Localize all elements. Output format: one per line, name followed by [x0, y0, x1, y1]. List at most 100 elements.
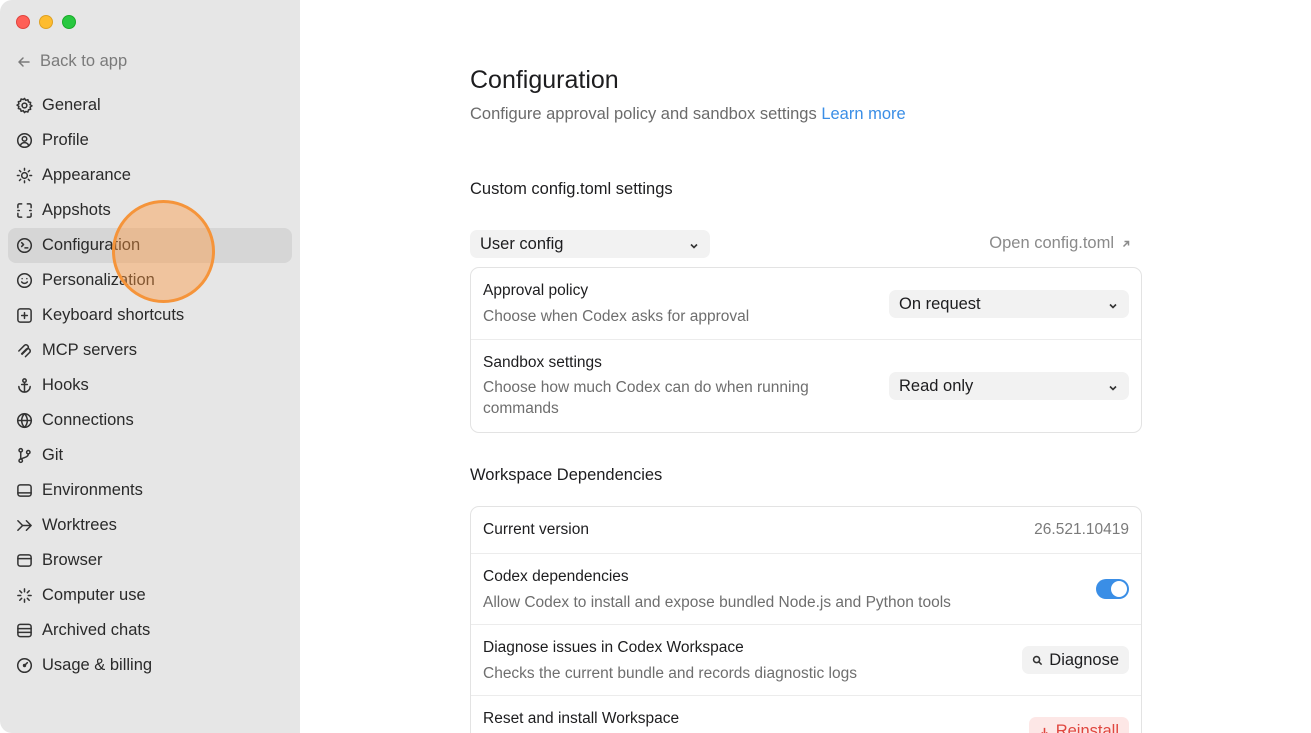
sidebar-item-hooks[interactable]: Hooks: [8, 368, 292, 403]
sidebar-item-environments[interactable]: Environments: [8, 473, 292, 508]
sidebar-item-label: General: [42, 96, 101, 114]
chevron-down-icon: [1107, 380, 1119, 392]
sidebar-item-personalization[interactable]: Personalization: [8, 263, 292, 298]
settings-nav: General Profile Appearance Appshots Conf…: [8, 88, 292, 683]
mcp-icon: [16, 342, 33, 359]
chevron-down-icon: [1107, 298, 1119, 310]
approval-policy-select[interactable]: On request: [889, 290, 1129, 318]
external-link-icon: [1122, 240, 1130, 247]
sidebar-item-archived-chats[interactable]: Archived chats: [8, 613, 292, 648]
sidebar-item-label: Appshots: [42, 201, 111, 219]
sidebar-item-label: Hooks: [42, 376, 89, 394]
globe-icon: [16, 412, 33, 429]
config-icon: [16, 237, 33, 254]
reinstall-button-label: Reinstall: [1055, 721, 1119, 733]
arrow-left-icon: [18, 56, 30, 67]
sandbox-settings-title: Sandbox settings: [483, 354, 602, 371]
search-icon: [1033, 655, 1043, 665]
sidebar-item-label: Connections: [42, 411, 134, 429]
config-scope-select[interactable]: User config: [470, 230, 710, 258]
sidebar-item-label: Environments: [42, 481, 143, 499]
open-config-link[interactable]: Open config.toml: [989, 234, 1132, 253]
personalization-icon: [16, 272, 33, 289]
sidebar-item-general[interactable]: General: [8, 88, 292, 123]
keyboard-icon: [16, 307, 33, 324]
sandbox-settings-row: Sandbox settings Choose how much Codex c…: [471, 340, 1141, 432]
sidebar-item-label: Keyboard shortcuts: [42, 306, 185, 324]
codex-dependencies-row: Codex dependencies Allow Codex to instal…: [471, 554, 1141, 625]
sparkle-icon: [16, 587, 33, 604]
page-subtitle-text: Configure approval policy and sandbox se…: [470, 105, 817, 123]
sidebar-item-label: Worktrees: [42, 516, 117, 534]
sandbox-settings-select[interactable]: Read only: [889, 372, 1129, 400]
browser-icon: [16, 552, 33, 569]
sun-icon: [16, 167, 33, 184]
chevron-down-icon: [688, 238, 700, 250]
sidebar-item-appearance[interactable]: Appearance: [8, 158, 292, 193]
sidebar-item-label: Appearance: [42, 166, 131, 184]
sidebar-item-connections[interactable]: Connections: [8, 403, 292, 438]
page-subtitle: Configure approval policy and sandbox se…: [470, 105, 906, 124]
config-settings-card: Approval policy Choose when Codex asks f…: [470, 267, 1142, 433]
close-window-button[interactable]: [16, 15, 30, 29]
profile-icon: [16, 132, 33, 149]
archive-icon: [16, 622, 33, 639]
back-to-app-link[interactable]: Back to app: [16, 52, 127, 71]
sidebar-item-configuration[interactable]: Configuration: [8, 228, 292, 263]
current-version-title: Current version: [483, 521, 589, 538]
sandbox-settings-value: Read only: [899, 376, 974, 395]
sidebar-item-browser[interactable]: Browser: [8, 543, 292, 578]
diagnose-button[interactable]: Diagnose: [1022, 646, 1129, 674]
diagnose-title: Diagnose issues in Codex Workspace: [483, 639, 744, 656]
sidebar-item-usage-billing[interactable]: Usage & billing: [8, 648, 292, 683]
sidebar-item-label: Personalization: [42, 271, 155, 289]
gear-icon: [16, 97, 33, 114]
window-controls: [16, 15, 76, 29]
learn-more-link[interactable]: Learn more: [821, 105, 905, 123]
sidebar-item-git[interactable]: Git: [8, 438, 292, 473]
back-to-app-label: Back to app: [40, 52, 128, 70]
sidebar-item-mcp-servers[interactable]: MCP servers: [8, 333, 292, 368]
arrow-down-icon: [1040, 727, 1048, 733]
approval-policy-value: On request: [899, 294, 981, 313]
diagnose-desc: Checks the current bundle and records di…: [483, 665, 857, 682]
codex-dependencies-desc: Allow Codex to install and expose bundle…: [483, 594, 951, 611]
reset-install-row: Reset and install Workspace Reinstall: [471, 696, 1141, 733]
codex-dependencies-title: Codex dependencies: [483, 568, 629, 585]
reinstall-button[interactable]: Reinstall: [1028, 717, 1129, 733]
sidebar-item-label: Browser: [42, 551, 103, 569]
sidebar-item-worktrees[interactable]: Worktrees: [8, 508, 292, 543]
sidebar-item-label: Computer use: [42, 586, 146, 604]
diagnose-button-label: Diagnose: [1049, 650, 1119, 669]
config-scope-value: User config: [480, 234, 564, 253]
anchor-icon: [16, 377, 33, 394]
sandbox-settings-desc: Choose how much Codex can do when runnin…: [483, 379, 809, 417]
sidebar-item-computer-use[interactable]: Computer use: [8, 578, 292, 613]
settings-window: Back to app General Profile Appearance A…: [0, 0, 1311, 733]
zoom-window-button[interactable]: [62, 15, 76, 29]
sidebar-item-appshots[interactable]: Appshots: [8, 193, 292, 228]
gauge-icon: [16, 657, 33, 674]
sidebar-item-label: Configuration: [42, 236, 141, 254]
sidebar-item-profile[interactable]: Profile: [8, 123, 292, 158]
sidebar-item-label: MCP servers: [42, 341, 138, 359]
main-panel: Configuration Configure approval policy …: [300, 0, 1311, 733]
laptop-icon: [16, 482, 33, 499]
reset-install-title: Reset and install Workspace: [483, 710, 680, 727]
open-config-label: Open config.toml: [989, 234, 1114, 252]
current-version-value: 26.521.10419: [1034, 521, 1129, 538]
toggle-knob: [1111, 581, 1127, 597]
sidebar-item-keyboard-shortcuts[interactable]: Keyboard shortcuts: [8, 298, 292, 333]
codex-dependencies-toggle[interactable]: [1096, 579, 1129, 599]
sidebar-item-label: Git: [42, 446, 64, 464]
approval-policy-title: Approval policy: [483, 282, 589, 299]
capture-icon: [16, 202, 33, 219]
sidebar-item-label: Archived chats: [42, 621, 151, 639]
current-version-row: Current version 26.521.10419: [471, 507, 1141, 554]
workspace-card: Current version 26.521.10419 Codex depen…: [470, 506, 1142, 733]
approval-policy-desc: Choose when Codex asks for approval: [483, 308, 750, 325]
diagnose-row: Diagnose issues in Codex Workspace Check…: [471, 625, 1141, 696]
git-branch-icon: [16, 447, 33, 464]
minimize-window-button[interactable]: [39, 15, 53, 29]
sidebar-item-label: Usage & billing: [42, 656, 153, 674]
